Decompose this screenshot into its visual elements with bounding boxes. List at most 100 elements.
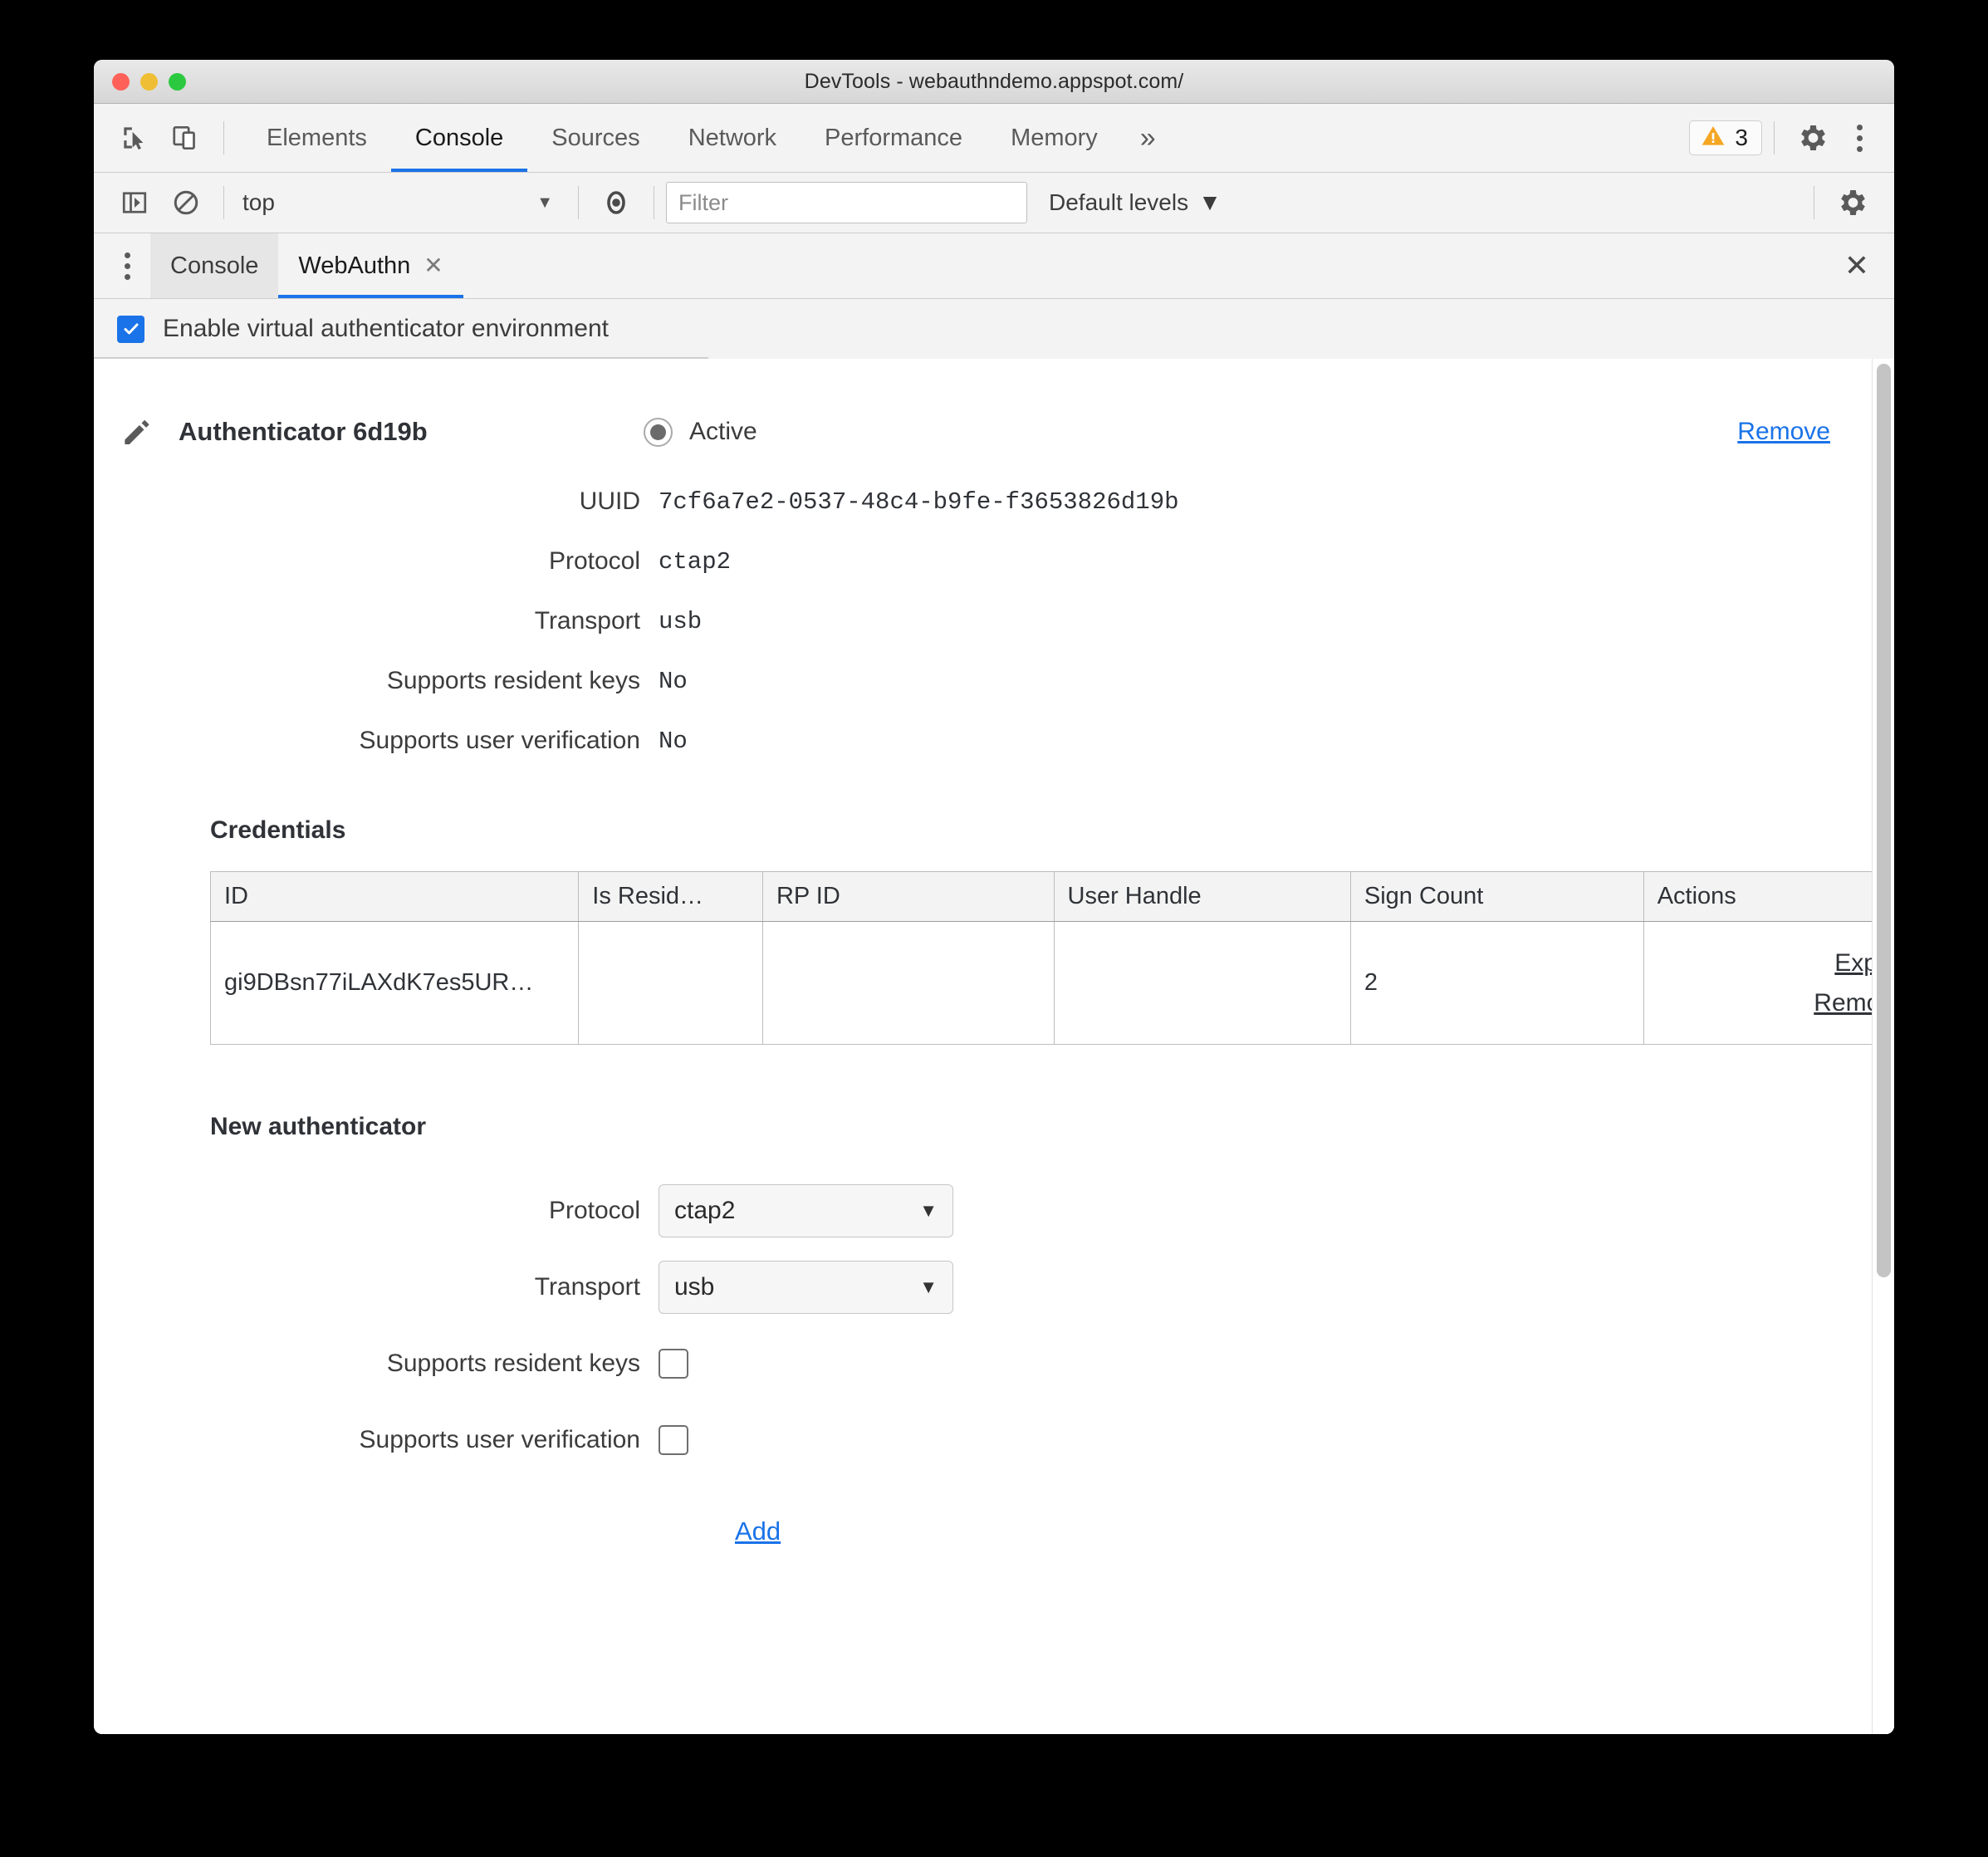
transport-label: Transport [534, 1273, 640, 1301]
console-filter-toolbar: top ▼ Default levels ▼ [94, 173, 1894, 233]
cell-actions: Export Remove [1643, 922, 1872, 1045]
column-header-sign-count[interactable]: Sign Count [1350, 871, 1644, 922]
chevron-down-icon: ▼ [919, 1276, 938, 1297]
chevron-down-icon: ▼ [536, 193, 553, 212]
log-levels-value: Default levels [1049, 189, 1189, 215]
toolbar-divider [223, 186, 224, 219]
credentials-table: ID Is Resid… RP ID User Handle Sign Coun… [210, 871, 1872, 1045]
tab-network[interactable]: Network [664, 104, 801, 172]
remove-credential-link[interactable]: Remove [1657, 983, 1872, 1023]
protocol-select[interactable]: ctap2 ▼ [659, 1184, 953, 1237]
gear-icon[interactable] [1786, 112, 1838, 164]
main-toolbar-right-group: 3 [1689, 112, 1894, 164]
detail-row-user-verification: Supports user verification No [94, 711, 1872, 771]
drawer-menu-icon[interactable] [104, 233, 150, 298]
execution-context-value: top [242, 189, 275, 215]
table-row[interactable]: gi9DBsn77iLAXdK7es5UR… 2 Export Remove [210, 921, 1872, 1045]
tab-performance[interactable]: Performance [801, 104, 987, 172]
active-label: Active [689, 418, 757, 445]
window-titlebar: DevTools - webauthndemo.appspot.com/ [94, 60, 1894, 104]
export-credential-link[interactable]: Export [1657, 943, 1872, 983]
table-header-row: ID Is Resid… RP ID User Handle Sign Coun… [210, 871, 1872, 922]
device-toolbar-icon[interactable] [160, 112, 212, 164]
form-row-user-verification: Supports user verification [94, 1402, 1872, 1478]
detail-value: No [659, 727, 688, 755]
detail-row-transport: Transport usb [94, 591, 1872, 651]
cell-is-resident [578, 921, 763, 1045]
eye-icon[interactable] [590, 177, 642, 228]
detail-value: usb [659, 607, 703, 635]
vertical-scrollbar[interactable] [1872, 359, 1894, 1734]
form-row-resident-keys: Supports resident keys [94, 1325, 1872, 1402]
detail-row-uuid: UUID 7cf6a7e2-0537-48c4-b9fe-f3653826d19… [94, 472, 1872, 532]
webauthn-scroll-area: Authenticator 6d19b Active Remove UUID 7… [94, 359, 1872, 1734]
drawer-tab-bar: Console WebAuthn ✕ ✕ [94, 233, 1894, 299]
devtools-main-toolbar: Elements Console Sources Network Perform… [94, 104, 1894, 173]
panel-tab-list: Elements Console Sources Network Perform… [242, 104, 1171, 172]
detail-label: Supports resident keys [386, 667, 640, 694]
add-authenticator-row: Add [94, 1493, 1872, 1570]
detail-label: UUID [579, 488, 640, 515]
detail-value: ctap2 [659, 547, 732, 576]
column-header-rp-id[interactable]: RP ID [762, 871, 1055, 922]
transport-select[interactable]: usb ▼ [659, 1261, 953, 1314]
more-panels-icon[interactable]: » [1122, 104, 1171, 172]
warning-count: 3 [1735, 125, 1748, 150]
active-radio-button[interactable] [644, 417, 673, 447]
user-verification-checkbox[interactable] [659, 1425, 688, 1455]
tab-console[interactable]: Console [390, 104, 528, 172]
new-authenticator-heading: New authenticator [210, 1113, 427, 1140]
console-settings-gear-icon[interactable] [1826, 177, 1878, 228]
devtools-window: DevTools - webauthndemo.appspot.com/ Ele… [94, 60, 1894, 1734]
cell-rp-id [762, 921, 1055, 1045]
inspect-element-icon[interactable] [109, 112, 160, 164]
window-title: DevTools - webauthndemo.appspot.com/ [804, 69, 1184, 93]
enable-virtual-authenticator-label: Enable virtual authenticator environment [163, 315, 609, 342]
resident-keys-checkbox[interactable] [659, 1349, 688, 1379]
detail-label: Protocol [548, 547, 640, 575]
column-header-id[interactable]: ID [210, 871, 580, 922]
tab-sources[interactable]: Sources [527, 104, 663, 172]
authenticator-title: Authenticator 6d19b [179, 417, 428, 446]
detail-label: Supports user verification [359, 727, 641, 754]
column-header-actions[interactable]: Actions [1643, 871, 1872, 922]
execution-context-selector[interactable]: top ▼ [236, 189, 566, 216]
cell-credential-id: gi9DBsn77iLAXdK7es5UR… [210, 921, 580, 1045]
drawer-tab-label: Console [170, 252, 259, 279]
resident-keys-label: Supports resident keys [386, 1350, 640, 1377]
user-verification-label: Supports user verification [359, 1426, 641, 1453]
credentials-heading: Credentials [210, 816, 346, 844]
detail-label: Transport [534, 607, 640, 635]
column-header-is-resident[interactable]: Is Resid… [578, 871, 763, 922]
tab-elements[interactable]: Elements [242, 104, 391, 172]
protocol-label: Protocol [548, 1197, 640, 1224]
drawer-tab-webauthn[interactable]: WebAuthn ✕ [278, 233, 464, 298]
filter-input[interactable] [666, 182, 1027, 223]
enable-virtual-authenticator-row[interactable]: Enable virtual authenticator environment [94, 299, 1894, 359]
detail-row-protocol: Protocol ctap2 [94, 532, 1872, 591]
column-header-user-handle[interactable]: User Handle [1054, 871, 1351, 922]
kebab-menu-icon[interactable] [1838, 112, 1881, 164]
console-sidebar-icon[interactable] [109, 177, 160, 228]
cell-sign-count: 2 [1350, 921, 1644, 1045]
toolbar-divider [223, 121, 224, 154]
form-row-transport: Transport usb ▼ [94, 1249, 1872, 1325]
warning-count-badge[interactable]: 3 [1689, 120, 1762, 155]
close-tab-icon[interactable]: ✕ [424, 254, 443, 277]
add-authenticator-link[interactable]: Add [735, 1516, 781, 1546]
remove-authenticator-link[interactable]: Remove [1737, 418, 1830, 446]
close-drawer-icon[interactable]: ✕ [1819, 233, 1894, 298]
protocol-select-value: ctap2 [674, 1197, 736, 1224]
toolbar-divider [578, 186, 579, 219]
tab-memory[interactable]: Memory [987, 104, 1122, 172]
drawer-tab-console[interactable]: Console [150, 233, 279, 298]
pencil-icon[interactable] [119, 414, 164, 450]
enable-virtual-authenticator-checkbox[interactable] [117, 315, 144, 343]
log-levels-selector[interactable]: Default levels ▼ [1049, 189, 1222, 216]
authenticator-active-toggle[interactable]: Active [644, 417, 757, 447]
authenticator-header: Authenticator 6d19b Active Remove [94, 414, 1872, 450]
scrollbar-thumb[interactable] [1876, 364, 1891, 1277]
new-authenticator-form: Protocol ctap2 ▼ Transport usb ▼ Support… [94, 1173, 1872, 1570]
chevron-down-icon: ▼ [919, 1200, 938, 1221]
clear-console-icon[interactable] [160, 177, 212, 228]
